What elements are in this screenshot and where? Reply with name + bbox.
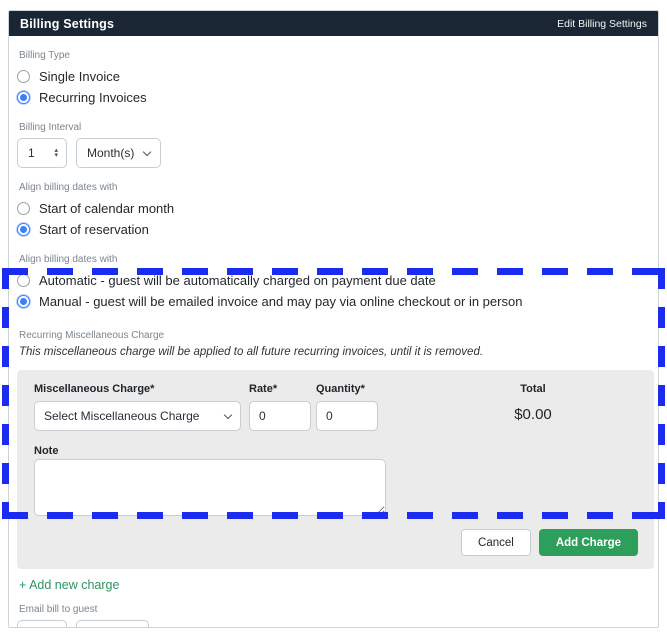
charge-form-row: Miscellaneous Charge* Select Miscellaneo… <box>34 383 638 431</box>
radio-selected-icon <box>17 91 30 104</box>
billing-type-label: Billing Type <box>19 50 70 61</box>
email-days-stepper[interactable]: 3 ▴▾ <box>17 620 67 627</box>
page-title: Billing Settings <box>20 16 115 31</box>
rate-input[interactable] <box>249 401 311 431</box>
select-value: Select Miscellaneous Charge <box>44 409 200 423</box>
dashed-border-right <box>658 268 665 519</box>
add-charge-button[interactable]: Add Charge <box>538 529 638 556</box>
charge-timing-label: Align billing dates with <box>19 254 118 265</box>
email-unit-select[interactable]: Day(s) <box>76 620 150 627</box>
email-bill-label: Email bill to guest <box>19 604 98 615</box>
email-bill-row: 3 ▴▾ Day(s) before due date <box>17 620 650 627</box>
note-label: Note <box>34 445 59 457</box>
chevron-down-icon <box>223 410 233 419</box>
misc-charge-select[interactable]: Select Miscellaneous Charge <box>34 401 241 431</box>
billing-interval-unit-select[interactable]: Month(s) <box>76 138 162 168</box>
quantity-input[interactable] <box>316 401 378 431</box>
radio-start-calendar-month[interactable]: Start of calendar month <box>17 198 650 219</box>
add-new-charge-link[interactable]: + Add new charge <box>19 578 119 592</box>
radio-label: Recurring Invoices <box>39 90 147 105</box>
total-field: Total $0.00 <box>458 383 608 423</box>
billing-interval-row: 1 ▴ ▾ Month(s) <box>17 138 650 168</box>
billing-interval-label: Billing Interval <box>19 122 82 133</box>
radio-label: Single Invoice <box>39 69 120 84</box>
billing-settings-page: Billing Settings Edit Billing Settings B… <box>0 0 667 639</box>
rate-field: Rate* <box>249 383 311 431</box>
recurring-charge-label: Recurring Miscellaneous Charge <box>19 330 165 341</box>
recurring-charge-description: This miscellaneous charge will be applie… <box>19 346 484 358</box>
panel-actions: Cancel Add Charge <box>34 529 638 556</box>
misc-charge-field: Miscellaneous Charge* Select Miscellaneo… <box>34 383 241 431</box>
rate-label: Rate* <box>249 383 278 395</box>
radio-icon <box>17 70 30 83</box>
radio-automatic-charge[interactable]: Automatic - guest will be automatically … <box>17 270 650 291</box>
chevron-down-icon <box>143 147 152 156</box>
radio-single-invoice[interactable]: Single Invoice <box>17 66 650 87</box>
edit-billing-settings-link[interactable]: Edit Billing Settings <box>557 18 647 30</box>
quantity-label: Quantity* <box>316 383 365 395</box>
radio-icon <box>17 274 30 287</box>
note-textarea[interactable] <box>34 459 386 516</box>
quantity-field: Quantity* <box>316 383 378 431</box>
radio-recurring-invoices[interactable]: Recurring Invoices <box>17 87 650 108</box>
stepper-arrows-icon[interactable]: ▴ ▾ <box>54 147 58 159</box>
align-dates-label: Align billing dates with <box>19 182 118 193</box>
billing-interval-stepper[interactable]: 1 ▴ ▾ <box>17 138 67 168</box>
radio-label: Automatic - guest will be automatically … <box>39 273 436 288</box>
radio-selected-icon <box>17 223 30 236</box>
stepper-value: 1 <box>28 146 35 160</box>
misc-charge-label: Miscellaneous Charge* <box>34 383 155 395</box>
radio-label: Manual - guest will be emailed invoice a… <box>39 294 523 309</box>
radio-icon <box>17 202 30 215</box>
billing-settings-card: Billing Settings Edit Billing Settings B… <box>8 10 659 628</box>
recurring-charge-panel: Miscellaneous Charge* Select Miscellaneo… <box>17 370 654 569</box>
select-value: Month(s) <box>87 146 135 160</box>
radio-manual-charge[interactable]: Manual - guest will be emailed invoice a… <box>17 291 650 312</box>
total-value: $0.00 <box>514 406 552 423</box>
note-field: Note <box>34 441 638 516</box>
radio-selected-icon <box>17 295 30 308</box>
radio-start-reservation[interactable]: Start of reservation <box>17 219 650 240</box>
radio-label: Start of reservation <box>39 222 149 237</box>
card-header: Billing Settings Edit Billing Settings <box>9 11 658 36</box>
radio-label: Start of calendar month <box>39 201 175 216</box>
cancel-charge-button[interactable]: Cancel <box>461 529 531 556</box>
total-label: Total <box>520 383 546 395</box>
card-body: Billing Type Single Invoice Recurring In… <box>9 50 658 627</box>
